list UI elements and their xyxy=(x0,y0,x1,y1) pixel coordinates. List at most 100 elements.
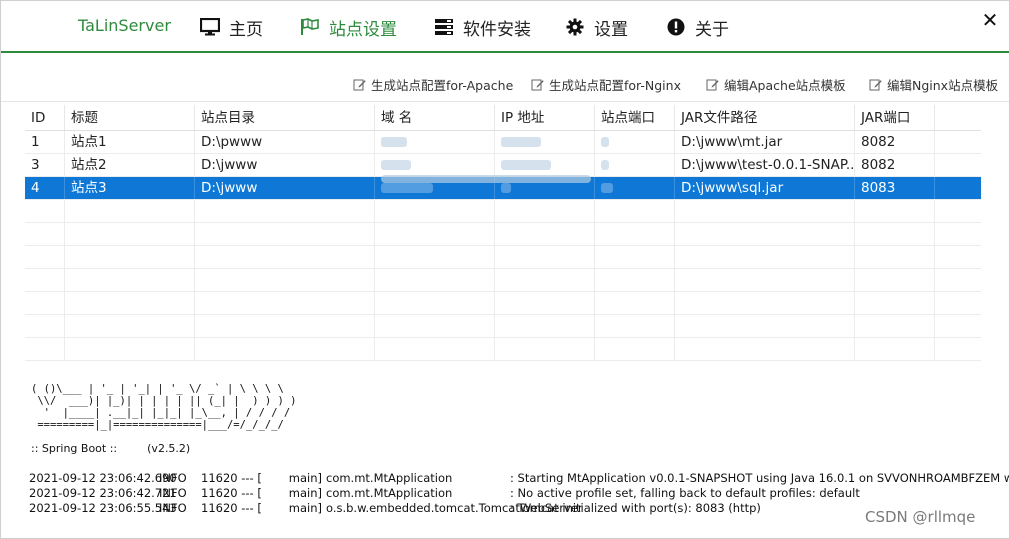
edit-nginx-template-label: 编辑Nginx站点模板 xyxy=(887,78,999,93)
banner-line: \\/ ___)| |_)| | | | | || (_| | ) ) ) ) xyxy=(31,395,297,407)
log-logger: com.mt.MtApplication xyxy=(326,471,453,485)
info-icon xyxy=(665,16,687,38)
table-row-empty xyxy=(25,246,981,269)
log-pid: 11620 --- [ xyxy=(201,501,262,515)
table-header: ID 标题 站点目录 域 名 IP 地址 站点端口 JAR文件路径 JAR端口 xyxy=(25,105,981,131)
redaction-mark xyxy=(601,160,609,170)
redaction-mark xyxy=(381,137,407,147)
nav-settings[interactable]: 设置 xyxy=(564,14,628,40)
edit-icon xyxy=(706,78,719,91)
log-message: : Starting MtApplication v0.0.1-SNAPSHOT… xyxy=(510,471,1009,485)
gen-nginx-config-label: 生成站点配置for-Nginx xyxy=(549,78,681,93)
log-timestamp: 2021-09-12 23:06:42.690 xyxy=(29,471,177,485)
cell-jar-port: 8082 xyxy=(855,154,935,176)
col-header-jar-path[interactable]: JAR文件路径 xyxy=(675,105,855,130)
cell-filler xyxy=(935,177,981,199)
cell-id: 4 xyxy=(25,177,65,199)
cell-jar-path: D:\jwww\sql.jar xyxy=(675,177,855,199)
log-timestamp: 2021-09-12 23:06:55.543 xyxy=(29,501,177,515)
cell-title: 站点2 xyxy=(65,154,195,176)
log-logger: o.s.b.w.embedded.tomcat.TomcatWebServer xyxy=(326,501,583,515)
cell-dir: D:\pwww xyxy=(195,131,375,153)
site-toolbar: 生成站点配置for-Apache 生成站点配置for-Nginx 编辑Apach… xyxy=(1,69,1009,99)
log-level: INFO xyxy=(159,501,187,515)
log-pid: 11620 --- [ xyxy=(201,471,262,485)
gen-apache-config-label: 生成站点配置for-Apache xyxy=(371,78,514,93)
col-header-jar-port[interactable]: JAR端口 xyxy=(855,105,935,130)
nav-about[interactable]: 关于 xyxy=(665,14,729,40)
nav-settings-label: 设置 xyxy=(594,19,628,40)
log-pid: 11620 --- [ xyxy=(201,486,262,500)
col-header-ip[interactable]: IP 地址 xyxy=(495,105,595,130)
spring-boot-version-line: :: Spring Boot :: (v2.5.2) xyxy=(31,442,190,455)
site-table: ID 标题 站点目录 域 名 IP 地址 站点端口 JAR文件路径 JAR端口 … xyxy=(25,105,981,361)
cell-jar-port: 8083 xyxy=(855,177,935,199)
edit-apache-template-button[interactable]: 编辑Apache站点模板 xyxy=(706,75,846,94)
col-header-domain[interactable]: 域 名 xyxy=(375,105,495,130)
boot-version: (v2.5.2) xyxy=(147,442,191,455)
cell-ip-redacted xyxy=(495,154,595,176)
redaction-mark xyxy=(501,137,541,147)
nav-home[interactable]: 主页 xyxy=(199,14,263,40)
edit-apache-template-label: 编辑Apache站点模板 xyxy=(724,78,846,93)
log-message: : Tomcat initialized with port(s): 8083 … xyxy=(510,501,761,515)
table-row-empty xyxy=(25,315,981,338)
col-header-filler xyxy=(935,105,981,130)
cell-dir: D:\jwww xyxy=(195,154,375,176)
log-line: 2021-09-12 23:06:55.543INFO 11620 --- [ ma… xyxy=(29,501,761,516)
redaction-mark xyxy=(381,160,411,170)
nav-site-settings-label: 站点设置 xyxy=(329,19,397,40)
redaction-mark xyxy=(501,160,551,170)
cell-id: 1 xyxy=(25,131,65,153)
log-timestamp: 2021-09-12 23:06:42.721 xyxy=(29,486,177,500)
table-row[interactable]: 3 站点2 D:\jwww D:\jwww\test-0.0.1-SNAP...… xyxy=(25,154,981,177)
cell-jar-path: D:\jwww\test-0.0.1-SNAP... xyxy=(675,154,855,176)
log-line: 2021-09-12 23:06:42.721INFO 11620 --- [ma… xyxy=(29,486,860,501)
table-row-empty xyxy=(25,292,981,315)
table-row-empty xyxy=(25,223,981,246)
close-button[interactable]: ✕ xyxy=(979,9,1001,31)
log-level: INFO xyxy=(159,486,187,500)
cell-id: 3 xyxy=(25,154,65,176)
cell-title: 站点1 xyxy=(65,131,195,153)
nav-site-settings[interactable]: 站点设置 xyxy=(299,14,397,40)
nav-software-install-label: 软件安装 xyxy=(463,19,531,40)
log-thread: main] xyxy=(288,501,322,515)
toolbar-divider xyxy=(1,101,1009,102)
nav-software-install[interactable]: 软件安装 xyxy=(433,14,531,40)
edit-icon xyxy=(353,78,366,91)
col-header-dir[interactable]: 站点目录 xyxy=(195,105,375,130)
col-header-title[interactable]: 标题 xyxy=(65,105,195,130)
table-row[interactable]: 1 站点1 D:\pwww D:\jwww\mt.jar 8082 xyxy=(25,131,981,154)
redaction-mark xyxy=(601,183,613,193)
cell-domain-redacted xyxy=(375,154,495,176)
banner-line: ' |____| .__|_| |_|_| |_\__, | / / / / xyxy=(31,407,291,419)
log-line: 2021-09-12 23:06:42.690INFO 11620 --- [ma… xyxy=(29,471,1009,486)
cell-title: 站点3 xyxy=(65,177,195,199)
edit-icon xyxy=(869,78,882,91)
redaction-mark xyxy=(381,183,433,193)
cell-port-redacted xyxy=(595,131,675,153)
log-thread: main] xyxy=(288,471,322,485)
gen-nginx-config-button[interactable]: 生成站点配置for-Nginx xyxy=(531,75,681,94)
boot-label: :: Spring Boot :: xyxy=(31,442,118,455)
table-row-empty xyxy=(25,200,981,223)
log-message: : No active profile set, falling back to… xyxy=(510,486,860,500)
cell-dir: D:\jwww xyxy=(195,177,375,199)
nav-about-label: 关于 xyxy=(695,19,729,40)
server-icon xyxy=(433,16,455,38)
cell-ip-redacted xyxy=(495,131,595,153)
nav-home-label: 主页 xyxy=(229,19,263,40)
redaction-mark xyxy=(501,183,511,193)
table-row-empty xyxy=(25,338,981,361)
console-output: ( ()\___ | '_ | '_| | '_ \/ _` | \ \ \ \… xyxy=(25,379,1009,539)
col-header-id[interactable]: ID xyxy=(25,105,65,130)
gear-icon xyxy=(564,16,586,38)
redaction-smear xyxy=(381,175,591,183)
edit-nginx-template-button[interactable]: 编辑Nginx站点模板 xyxy=(869,75,998,94)
app-window: TaLinServer 主页 站点设置 软件安装 设置 关于 ✕ 生成站点配置f… xyxy=(0,0,1010,539)
cell-port-redacted xyxy=(595,154,675,176)
gen-apache-config-button[interactable]: 生成站点配置for-Apache xyxy=(353,75,513,94)
edit-icon xyxy=(531,78,544,91)
col-header-port[interactable]: 站点端口 xyxy=(595,105,675,130)
